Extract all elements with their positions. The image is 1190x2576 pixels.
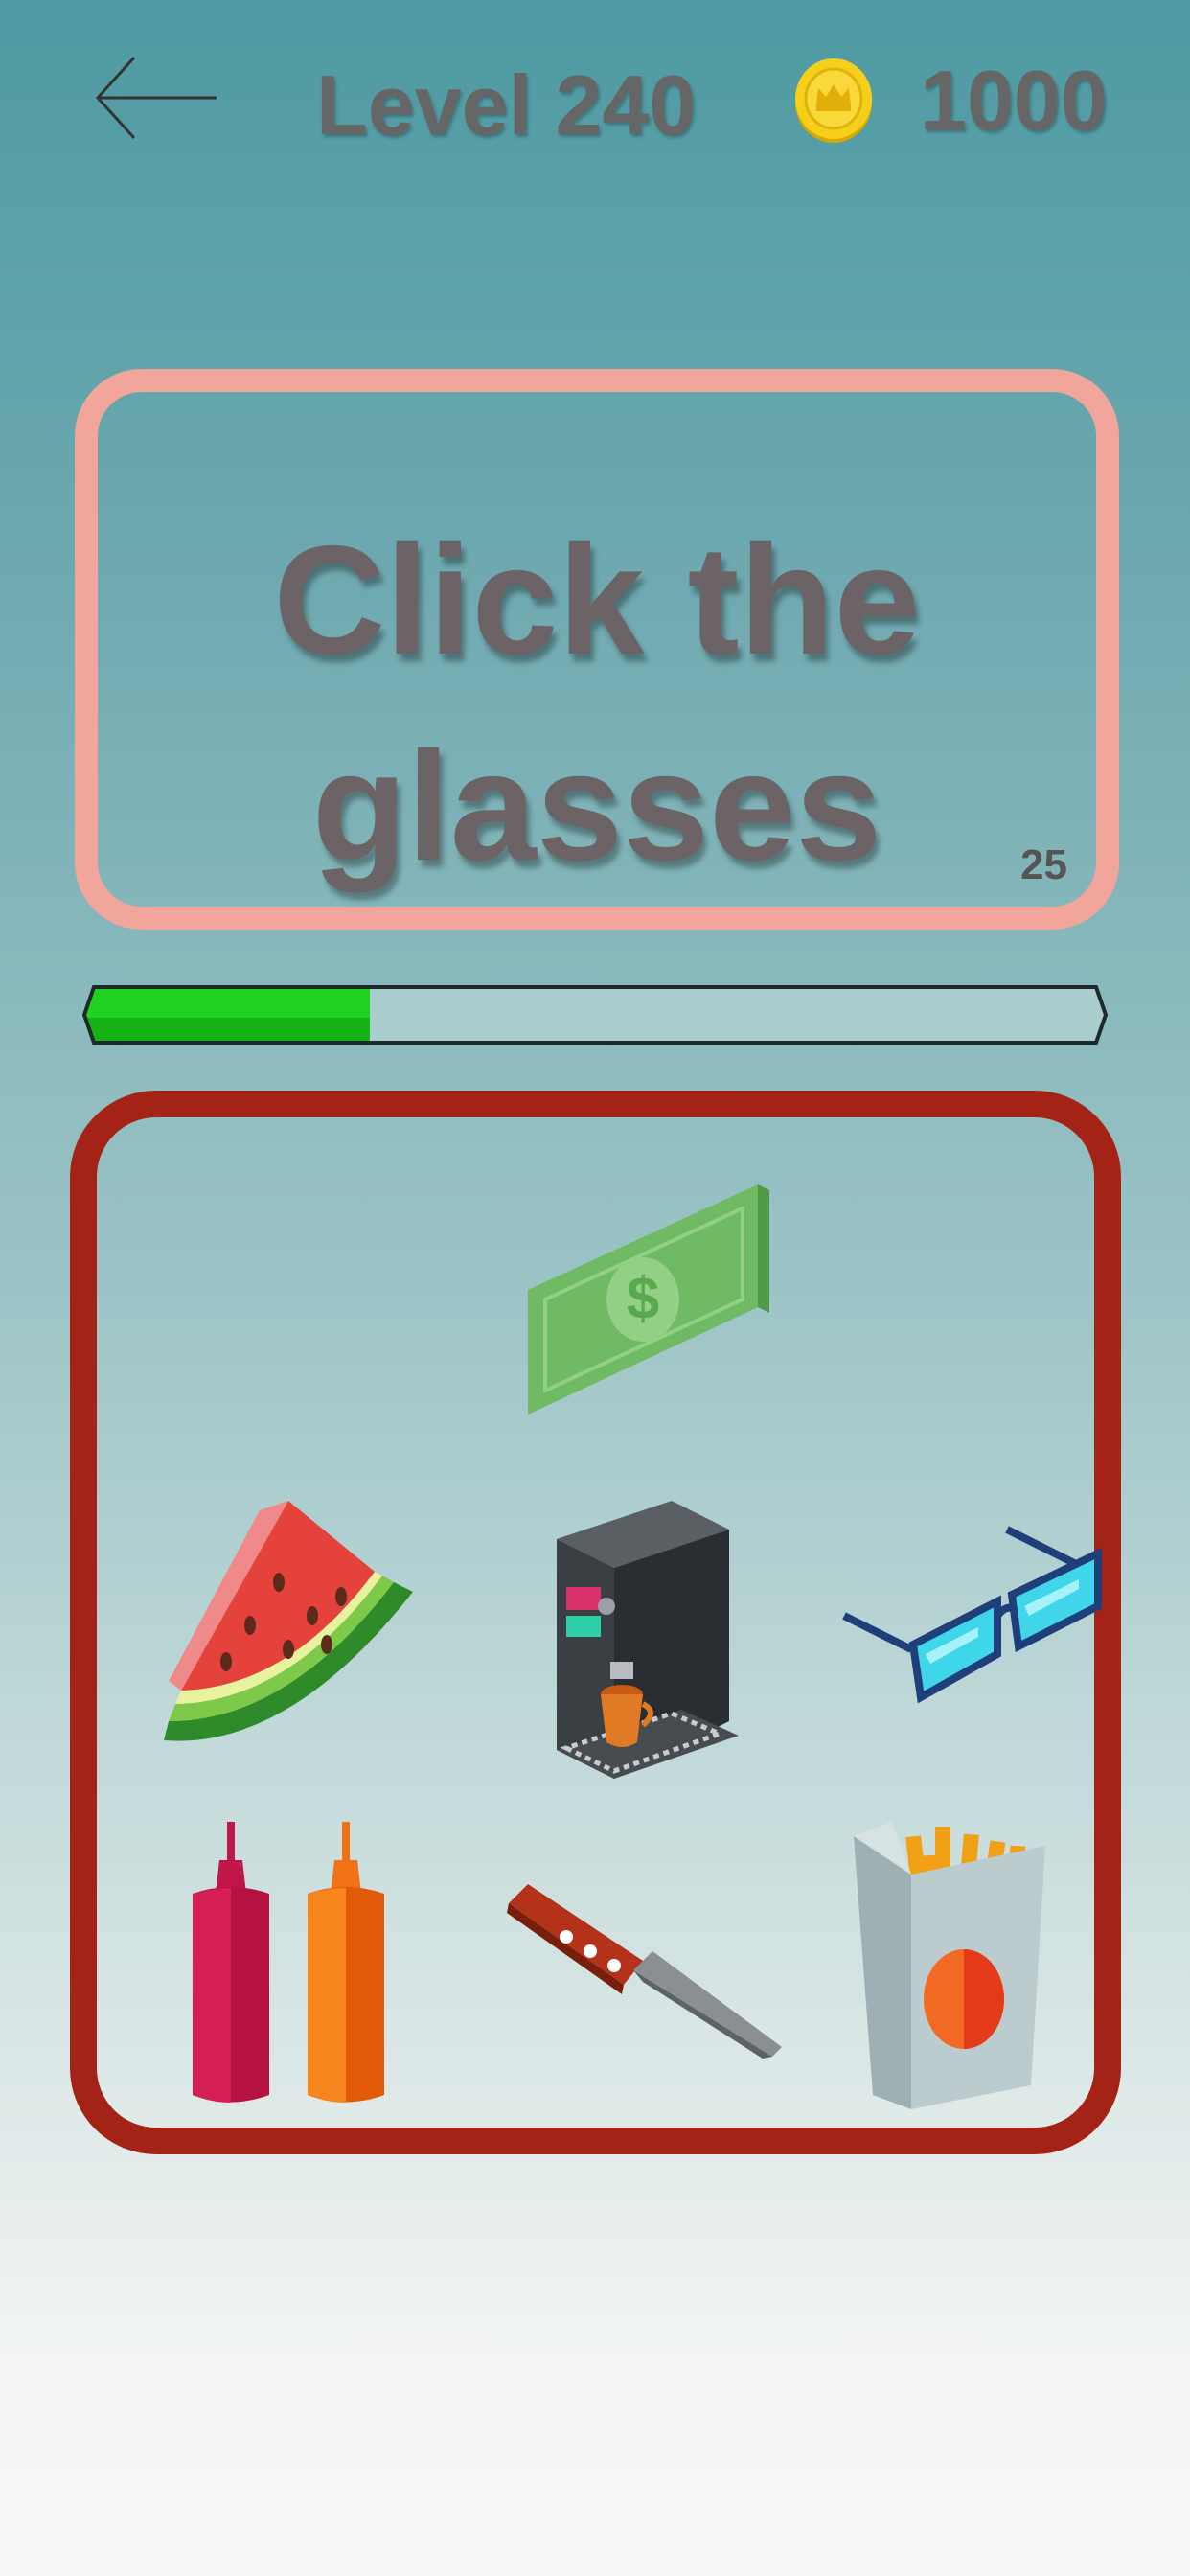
knife-icon — [507, 1884, 782, 2058]
arrow-left-icon — [95, 56, 217, 140]
item-french-fries[interactable] — [844, 1817, 1064, 2114]
gold-coin-icon — [793, 58, 874, 144]
fries-icon — [854, 1822, 1045, 2109]
item-sauce-bottles[interactable] — [173, 1817, 413, 2114]
watermelon-icon — [164, 1501, 413, 1741]
progress-shade — [84, 1018, 370, 1043]
dollar-bill-icon: $ — [528, 1184, 769, 1414]
top-bar: Level 240 1000 — [0, 0, 1190, 201]
coffee-machine-icon — [557, 1501, 739, 1779]
timer-count: 25 — [1020, 841, 1067, 888]
item-knife[interactable] — [499, 1874, 787, 2066]
item-coffee-machine[interactable] — [518, 1491, 748, 1788]
question-panel: Click the glasses 25 — [75, 369, 1119, 930]
question-line-2: glasses — [311, 720, 882, 893]
item-money-bill[interactable]: $ — [509, 1146, 835, 1443]
ketchup-mustard-icon — [193, 1822, 384, 2103]
level-title: Level 240 — [316, 58, 697, 152]
item-board: $ — [70, 1091, 1121, 2154]
progress-bar — [81, 985, 1109, 1045]
question-text: Click the glasses — [98, 497, 1096, 909]
back-button[interactable] — [94, 50, 218, 146]
question-line-1: Click the — [273, 514, 921, 687]
glasses-icon — [842, 1526, 1102, 1704]
item-glasses[interactable] — [835, 1520, 1112, 1750]
item-watermelon-slice[interactable] — [145, 1491, 432, 1769]
svg-text:$: $ — [627, 1266, 659, 1332]
coin-balance: 1000 — [920, 53, 1108, 148]
